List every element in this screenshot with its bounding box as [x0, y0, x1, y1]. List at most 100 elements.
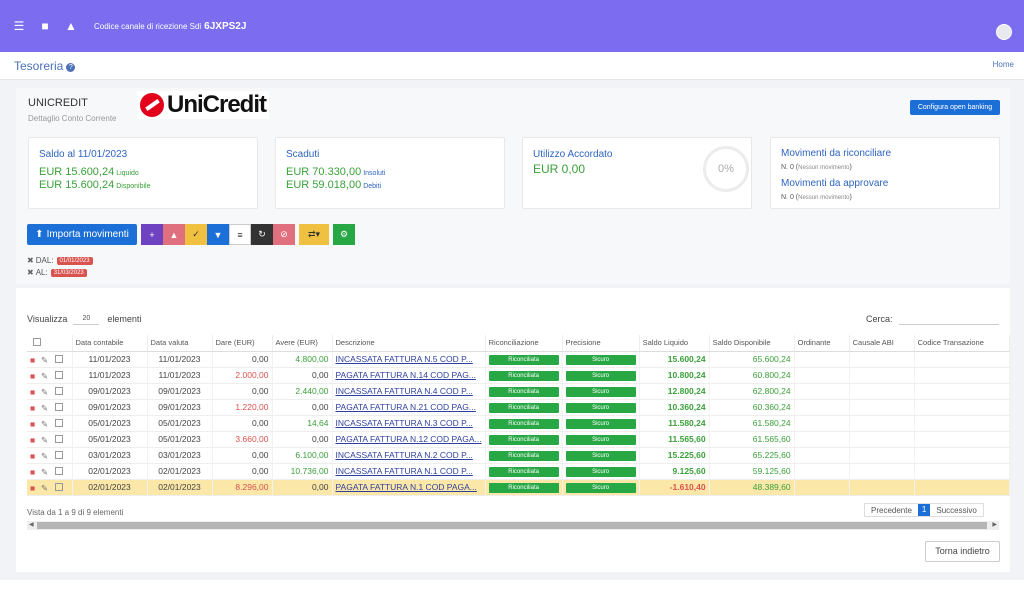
column-header[interactable] [27, 335, 73, 352]
column-header[interactable]: Descrizione [332, 335, 486, 352]
column-header[interactable]: Dare (EUR) [212, 335, 273, 352]
menu-icon[interactable]: ☰ [12, 19, 26, 33]
open-banking-button[interactable]: Configura open banking [910, 100, 1000, 115]
row-checkbox[interactable] [55, 467, 63, 475]
description-link[interactable]: INCASSATA FATTURA N.1 COD P... [336, 466, 473, 476]
description-link[interactable]: INCASSATA FATTURA N.2 COD P... [336, 450, 473, 460]
filter-icon[interactable]: ▼ [207, 224, 229, 245]
trash-icon[interactable]: ■ [30, 387, 38, 397]
movimenti-approvare-title[interactable]: Movimenti da approvare [781, 178, 888, 189]
scroll-left-icon[interactable]: ◀ [29, 521, 34, 530]
remove-filter-icon[interactable]: ✖ [27, 256, 34, 265]
refresh-icon[interactable]: ↻ [251, 224, 273, 245]
description-link[interactable]: PAGATA FATTURA N.1 COD PAGA... [336, 482, 477, 492]
list-icon[interactable]: ≡ [229, 224, 251, 245]
pencil-icon[interactable]: ✎ [41, 355, 49, 365]
trash-icon[interactable]: ■ [30, 467, 38, 477]
row-checkbox[interactable] [55, 403, 63, 411]
sync-dropdown-icon[interactable]: ⇄▾ [299, 224, 329, 245]
pencil-icon[interactable]: ✎ [41, 451, 49, 461]
description-link[interactable]: INCASSATA FATTURA N.3 COD P... [336, 418, 473, 428]
chat-icon[interactable]: ■ [38, 19, 52, 33]
pencil-icon[interactable]: ✎ [41, 483, 49, 493]
import-button[interactable]: ⬆ Importa movimenti [27, 224, 137, 245]
trash-icon[interactable]: ■ [30, 355, 38, 365]
unlink-icon[interactable]: ⊘ [273, 224, 295, 245]
cell-dare: 2.000,00 [212, 367, 273, 384]
bank-icon[interactable]: ▲ [163, 224, 185, 245]
search-input[interactable] [898, 312, 999, 325]
column-header[interactable]: Saldo Liquido [639, 335, 710, 352]
trash-icon[interactable]: ■ [30, 403, 38, 413]
table-row[interactable]: ■ ✎ 05/01/2023 05/01/2023 3.660,00 0,00 PAGATA… [27, 431, 1010, 448]
pencil-icon[interactable]: ✎ [41, 403, 49, 413]
pencil-icon[interactable]: ✎ [41, 435, 49, 445]
cell-data-valuta: 02/01/2023 [147, 463, 213, 480]
row-checkbox[interactable] [55, 371, 63, 379]
select-all-checkbox[interactable] [33, 338, 41, 347]
column-header[interactable]: Ordinante [794, 335, 850, 352]
description-link[interactable]: PAGATA FATTURA N.12 COD PAGA... [336, 434, 482, 444]
description-link[interactable]: PAGATA FATTURA N.14 COD PAG... [336, 370, 476, 380]
cell-saldo-disponibile: 59.125,60 [709, 463, 795, 480]
row-actions: ■ ✎ [27, 351, 73, 368]
avatar[interactable] [996, 24, 1012, 40]
trash-icon[interactable]: ■ [30, 483, 38, 493]
pencil-icon[interactable]: ✎ [41, 419, 49, 429]
description-link[interactable]: PAGATA FATTURA N.21 COD PAG... [336, 402, 476, 412]
pencil-icon[interactable]: ✎ [41, 371, 49, 381]
movimenti-riconciliare-title[interactable]: Movimenti da riconciliare [781, 148, 891, 159]
bottom-strip [0, 580, 1024, 605]
table-row[interactable]: ■ ✎ 02/01/2023 02/01/2023 0,00 10.736,00 INCAS… [27, 463, 1010, 480]
column-header[interactable]: Codice Transazione [914, 335, 1010, 352]
trash-icon[interactable]: ■ [30, 371, 38, 381]
cell-riconciliazione: Riconciliata [485, 399, 563, 416]
next-page-button[interactable]: Successivo [930, 506, 982, 515]
description-link[interactable]: INCASSATA FATTURA N.4 COD P... [336, 386, 473, 396]
description-link[interactable]: INCASSATA FATTURA N.5 COD P... [336, 354, 473, 364]
row-checkbox[interactable] [55, 451, 63, 459]
scroll-thumb[interactable] [37, 522, 987, 529]
help-icon[interactable]: ? [66, 63, 76, 72]
trash-icon[interactable]: ■ [30, 451, 38, 461]
column-header[interactable]: Saldo Disponibile [709, 335, 795, 352]
remove-filter-icon[interactable]: ✖ [27, 268, 34, 277]
prev-page-button[interactable]: Precedente [865, 506, 918, 515]
table-row[interactable]: ■ ✎ 05/01/2023 05/01/2023 0,00 14,64 INCASSATA… [27, 415, 1010, 432]
pencil-icon[interactable]: ✎ [41, 387, 49, 397]
table-row[interactable]: ■ ✎ 11/01/2023 11/01/2023 0,00 4.800,00 INCASS… [27, 351, 1010, 368]
unicredit-logo-icon [140, 93, 164, 117]
scroll-right-icon[interactable]: ▶ [992, 521, 997, 530]
column-header[interactable]: Riconciliazione [485, 335, 563, 352]
breadcrumb-home[interactable]: Home [993, 60, 1014, 69]
table-row[interactable]: ■ ✎ 03/01/2023 03/01/2023 0,00 6.100,00 INCASS… [27, 447, 1010, 464]
column-header[interactable]: Data valuta [147, 335, 213, 352]
trash-icon[interactable]: ■ [30, 419, 38, 429]
page-1-button[interactable]: 1 [917, 504, 931, 516]
row-checkbox[interactable] [55, 435, 63, 443]
cell-ordinante [794, 447, 850, 464]
trash-icon[interactable]: ■ [30, 435, 38, 445]
column-header[interactable]: Data contabile [72, 335, 148, 352]
column-header[interactable]: Causale ABI [849, 335, 915, 352]
column-header[interactable]: Avere (EUR) [272, 335, 333, 352]
page-length-select[interactable]: 20 [73, 312, 100, 325]
check-icon[interactable]: ✓ [185, 224, 207, 245]
horizontal-scrollbar[interactable]: ◀ ▶ [27, 521, 999, 530]
table-row[interactable]: ■ ✎ 11/01/2023 11/01/2023 2.000,00 0,00 PAGATA… [27, 367, 1010, 384]
row-checkbox[interactable] [55, 419, 63, 427]
row-checkbox[interactable] [55, 387, 63, 395]
settings-icon[interactable]: ⚙ [333, 224, 355, 245]
status-badge: Riconciliata [488, 403, 559, 413]
pencil-icon[interactable]: ✎ [41, 467, 49, 477]
cell-precisione: Sicuro [562, 351, 640, 368]
table-row[interactable]: ■ ✎ 09/01/2023 09/01/2023 1.220,00 0,00 PAGATA… [27, 399, 1010, 416]
column-header[interactable]: Precisione [562, 335, 640, 352]
table-row[interactable]: ■ ✎ 09/01/2023 09/01/2023 0,00 2.440,00 INCASS… [27, 383, 1010, 400]
back-button[interactable]: Torna indietro [925, 541, 1000, 562]
bell-icon[interactable]: ▲ [64, 19, 78, 33]
table-row[interactable]: ■ ✎ 02/01/2023 02/01/2023 8.296,00 0,00 PAGATA… [27, 479, 1010, 496]
add-icon[interactable]: + [141, 224, 163, 245]
row-checkbox[interactable] [55, 355, 63, 363]
row-checkbox[interactable] [55, 483, 63, 491]
